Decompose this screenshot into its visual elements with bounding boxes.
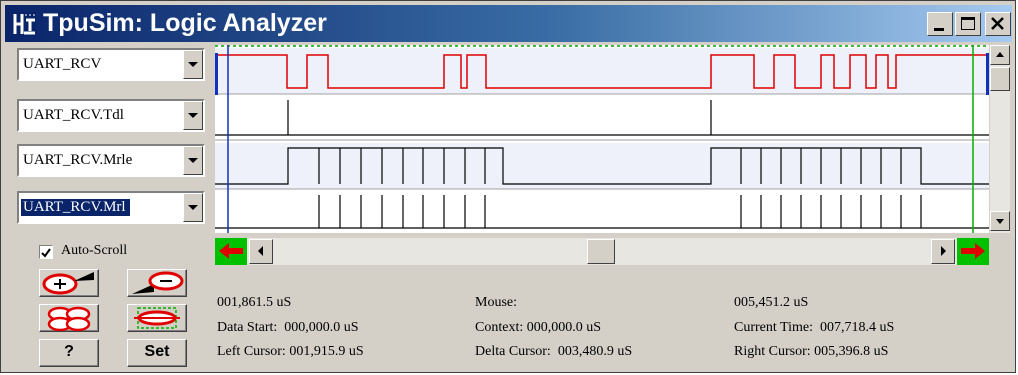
horizontal-scrollbar[interactable]: [215, 238, 989, 265]
zoom-fit-icon: [47, 306, 91, 331]
scroll-to-end-button[interactable]: [957, 238, 989, 265]
help-label: ?: [64, 343, 74, 360]
signal-select-value: UART_RCV.Mrl: [20, 198, 131, 217]
waveform-display[interactable]: [215, 45, 989, 233]
checkbox[interactable]: [39, 245, 53, 259]
mouse-readout: Mouse:: [475, 295, 517, 310]
arrow-left-small-icon: [258, 246, 263, 256]
zoom-cursors-icon: [134, 307, 180, 329]
close-icon: [991, 17, 1004, 30]
dropdown-button[interactable]: [183, 193, 203, 222]
dropdown-button[interactable]: [183, 101, 203, 130]
help-button[interactable]: ?: [39, 339, 99, 367]
chevron-down-icon: [188, 158, 198, 163]
window-title: TpuSim: Logic Analyzer: [43, 9, 327, 37]
h-scroll-thumb[interactable]: [587, 239, 615, 264]
app-icon: [12, 12, 36, 36]
scroll-thumb[interactable]: [990, 67, 1010, 91]
signal-select-uart-rcv-tdl[interactable]: UART_RCV.Tdl: [17, 99, 205, 132]
scroll-up-button[interactable]: [990, 45, 1010, 65]
right-time-readout: 005,451.2 uS: [734, 295, 809, 310]
zoom-fit-button[interactable]: [39, 304, 99, 332]
maximize-icon: [961, 17, 975, 30]
zoom-out-button[interactable]: [127, 269, 187, 297]
signal-select-value: UART_RCV.Tdl: [23, 107, 124, 123]
signal-select-uart-rcv-mrl[interactable]: UART_RCV.Mrl: [17, 191, 205, 224]
signal-select-value: UART_RCV.Mrle: [23, 152, 133, 168]
zoom-cursors-button[interactable]: [127, 304, 187, 332]
minimize-icon: [934, 28, 944, 31]
left-time-readout: 001,861.5 uS: [217, 295, 292, 310]
left-cursor-readout: Left Cursor: 001,915.9 uS: [217, 344, 364, 359]
chevron-down-icon: [188, 113, 198, 118]
zoom-in-icon: [42, 272, 94, 295]
delta-cursor-readout: Delta Cursor: 003,480.9 uS: [475, 344, 633, 359]
auto-scroll-label: Auto-Scroll: [61, 243, 128, 258]
current-time-readout: Current Time: 007,718.4 uS: [734, 320, 895, 335]
data-start-readout: Data Start: 000,000.0 uS: [217, 320, 359, 335]
zoom-in-button[interactable]: [39, 269, 99, 297]
logic-analyzer-window: TpuSim: Logic Analyzer UART_RCV UART_RCV…: [0, 0, 1016, 373]
selected-trace-band: [215, 48, 989, 94]
checkmark-icon: [41, 248, 51, 258]
signal-select-uart-rcv-mrle[interactable]: UART_RCV.Mrle: [17, 144, 205, 177]
scroll-to-start-button[interactable]: [215, 238, 247, 265]
zoom-out-icon: [132, 271, 184, 294]
arrow-right-small-icon: [941, 246, 946, 256]
set-label: Set: [144, 343, 170, 360]
maximize-button[interactable]: [955, 12, 981, 36]
chevron-down-icon: [188, 205, 198, 210]
arrow-down-icon: [996, 219, 1004, 224]
close-button[interactable]: [985, 12, 1011, 36]
dropdown-button[interactable]: [183, 50, 203, 79]
context-readout: Context: 000,000.0 uS: [475, 320, 602, 335]
trace-band: [215, 143, 989, 189]
set-button[interactable]: Set: [127, 339, 187, 367]
scroll-left-button[interactable]: [249, 239, 273, 264]
dropdown-button[interactable]: [183, 146, 203, 175]
right-cursor-readout: Right Cursor: 005,396.8 uS: [734, 344, 889, 359]
title-bar[interactable]: TpuSim: Logic Analyzer: [5, 5, 1012, 42]
minimize-button[interactable]: [927, 12, 953, 36]
signal-select-value: UART_RCV: [23, 56, 102, 72]
vertical-scrollbar[interactable]: [990, 45, 1010, 233]
scroll-down-button[interactable]: [990, 211, 1010, 231]
chevron-down-icon: [188, 62, 198, 67]
signal-select-uart-rcv[interactable]: UART_RCV: [17, 48, 205, 81]
arrow-up-icon: [996, 52, 1004, 57]
scroll-right-button[interactable]: [931, 239, 955, 264]
